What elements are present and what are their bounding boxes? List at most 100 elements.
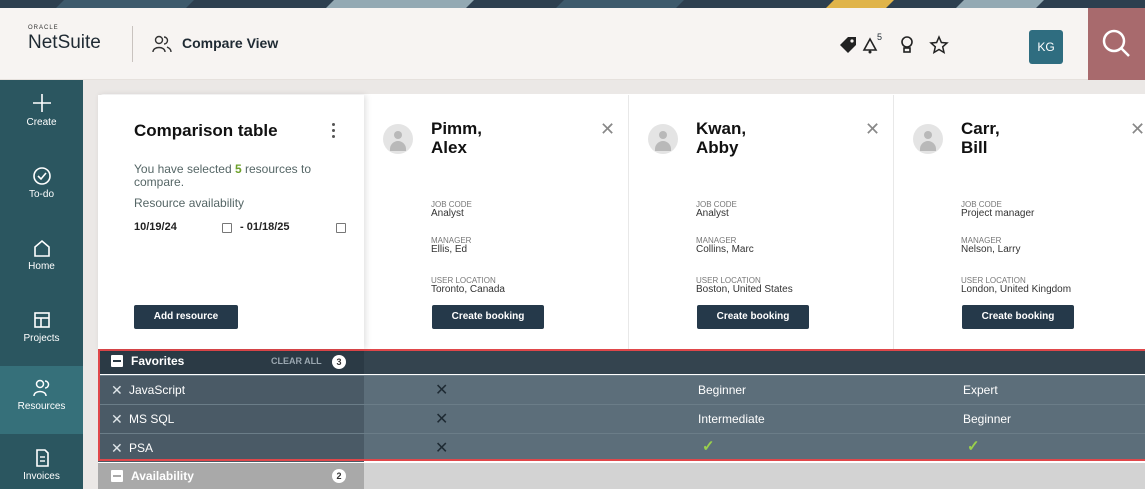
- more-options-icon[interactable]: [332, 123, 336, 141]
- add-resource-button[interactable]: Add resource: [134, 305, 238, 329]
- tag-icon[interactable]: [838, 35, 858, 55]
- logo-oracle-text: ORACLE: [28, 25, 59, 31]
- page-title: Compare View: [182, 35, 279, 51]
- check-icon: ✓: [702, 438, 715, 455]
- search-button[interactable]: [1088, 8, 1145, 80]
- logo-netsuite-text: NetSuite: [28, 32, 101, 53]
- availability-section: Availability 2: [98, 463, 1145, 489]
- resource-name: Carr, Bill: [961, 119, 1000, 157]
- resource-first-name: Bill: [961, 138, 988, 157]
- remove-skill-icon[interactable]: ✕: [111, 411, 123, 428]
- start-date[interactable]: 10/19/24: [134, 221, 177, 233]
- no-skill-icon: ✕: [435, 440, 449, 457]
- header-divider: [132, 26, 133, 62]
- close-icon[interactable]: ✕: [865, 119, 880, 140]
- sidebar-item-label: Home: [28, 261, 55, 272]
- manager-value: Nelson, Larry: [961, 244, 1021, 255]
- skill-name: MS SQL: [129, 412, 175, 426]
- sidebar-item-label: Resources: [17, 401, 66, 412]
- no-skill-icon: ✕: [435, 382, 449, 399]
- availability-title: Availability: [131, 469, 194, 483]
- projects-icon: [33, 312, 50, 328]
- resource-card: Pimm, Alex ✕ JOB CODE Analyst MANAGER El…: [364, 95, 629, 349]
- comparison-summary-card: Comparison table You have selected 5 res…: [98, 95, 364, 349]
- sidebar-item-label: To-do: [28, 189, 54, 200]
- location-value: Toronto, Canada: [431, 284, 505, 295]
- sidebar-item-invoices[interactable]: Invoices: [0, 436, 83, 489]
- calendar-icon[interactable]: [336, 223, 346, 233]
- remove-skill-icon[interactable]: ✕: [111, 440, 123, 457]
- netsuite-logo[interactable]: ORACLE NetSuite: [28, 25, 101, 54]
- create-booking-button[interactable]: Create booking: [697, 305, 809, 329]
- resource-card: Kwan, Abby ✕ JOB CODE Analyst MANAGER Co…: [629, 95, 894, 349]
- home-icon: [33, 239, 50, 257]
- table-row: ✕ PSA ✕ ✓ ✓: [98, 433, 1145, 462]
- create-booking-button[interactable]: Create booking: [432, 305, 544, 329]
- favorites-header: Favorites CLEAR ALL 3: [98, 349, 1145, 374]
- collapse-icon[interactable]: [111, 355, 123, 367]
- calendar-icon[interactable]: [222, 223, 232, 233]
- people-icon: [32, 379, 49, 397]
- sidebar-item-projects[interactable]: Projects: [0, 298, 83, 366]
- user-avatar[interactable]: KG: [1029, 30, 1063, 64]
- check-icon: ✓: [967, 438, 980, 455]
- search-icon: [1102, 29, 1130, 57]
- sidebar-item-todo[interactable]: To-do: [0, 154, 83, 222]
- close-icon[interactable]: ✕: [1130, 119, 1145, 140]
- resource-first-name: Alex: [431, 138, 467, 157]
- no-skill-icon: ✕: [435, 411, 449, 428]
- favorites-title: Favorites: [131, 354, 185, 368]
- sidebar-item-label: Invoices: [23, 471, 60, 482]
- header-decor-band: [0, 0, 1145, 8]
- avatar: [913, 124, 943, 154]
- resource-first-name: Abby: [696, 138, 739, 157]
- job-code-value: Analyst: [431, 208, 464, 219]
- sidebar-item-resources[interactable]: Resources: [0, 366, 83, 434]
- availability-count-badge: 2: [332, 469, 346, 483]
- comparison-title: Comparison table: [134, 121, 278, 140]
- close-icon[interactable]: ✕: [600, 119, 615, 140]
- skill-name: JavaScript: [129, 383, 186, 397]
- remove-skill-icon[interactable]: ✕: [111, 382, 123, 399]
- check-circle-icon: [32, 167, 51, 185]
- location-value: London, United Kingdom: [961, 284, 1072, 295]
- job-code-value: Analyst: [696, 208, 729, 219]
- avatar: [383, 124, 413, 154]
- skill-level: Intermediate: [698, 412, 765, 426]
- plus-icon: [32, 94, 51, 112]
- clear-all-link[interactable]: CLEAR ALL: [271, 356, 322, 366]
- sidebar-item-create[interactable]: Create: [0, 80, 83, 148]
- create-booking-button[interactable]: Create booking: [962, 305, 1074, 329]
- manager-value: Ellis, Ed: [431, 244, 468, 255]
- notification-count: 5: [877, 32, 883, 42]
- availability-label: Resource availability: [134, 196, 245, 210]
- manager-value: Collins, Marc: [696, 244, 754, 255]
- collapse-icon[interactable]: [111, 470, 123, 482]
- resource-last-name: Pimm,: [431, 119, 483, 138]
- resource-name: Pimm, Alex: [431, 119, 482, 157]
- people-icon: [152, 35, 172, 53]
- sidebar: Create To-do Home Projects Resources Inv…: [0, 80, 83, 489]
- table-row: ✕ JavaScript ✕ Beginner Expert: [98, 375, 1145, 404]
- resource-last-name: Carr,: [961, 119, 1000, 138]
- lightbulb-icon[interactable]: [897, 35, 917, 55]
- invoice-icon: [35, 449, 49, 467]
- sidebar-item-label: Create: [26, 117, 57, 128]
- selected-count: 5: [234, 162, 242, 176]
- resource-card: Carr, Bill ✕ JOB CODE Project manager MA…: [894, 95, 1145, 349]
- resource-last-name: Kwan,: [696, 119, 747, 138]
- star-icon[interactable]: [929, 35, 949, 55]
- app-header: ORACLE NetSuite Compare View 5 KG: [0, 8, 1145, 80]
- table-row: ✕ MS SQL ✕ Intermediate Beginner: [98, 404, 1145, 433]
- favorites-section: Favorites CLEAR ALL 3 ✕ JavaScript ✕ Beg…: [98, 349, 1145, 462]
- avatar: [648, 124, 678, 154]
- skill-level: Beginner: [963, 412, 1012, 426]
- sidebar-item-home[interactable]: Home: [0, 226, 83, 294]
- job-code-value: Project manager: [961, 208, 1035, 219]
- skill-name: PSA: [129, 441, 154, 455]
- favorites-count-badge: 3: [332, 355, 346, 369]
- resource-name: Kwan, Abby: [696, 119, 746, 157]
- end-date[interactable]: - 01/18/25: [240, 221, 290, 233]
- skill-level: Expert: [963, 383, 998, 397]
- summary-text-start: You have selected: [134, 162, 235, 176]
